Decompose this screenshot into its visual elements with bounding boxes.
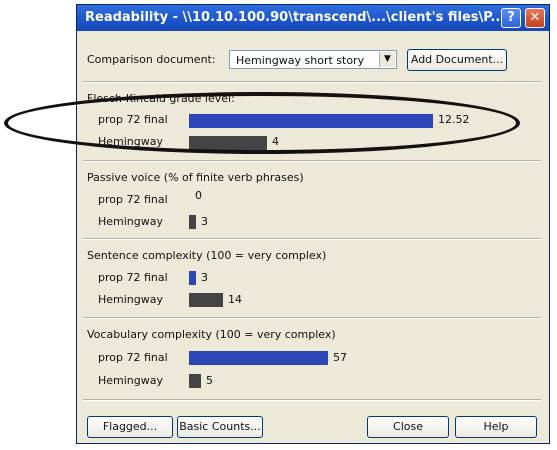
row-label: Hemingway xyxy=(98,293,164,306)
chevron-down-icon[interactable]: ▼ xyxy=(379,52,395,67)
help-icon[interactable]: ? xyxy=(501,8,521,28)
section-title: Flesch-Kincaid grade level: xyxy=(87,92,235,105)
row-label: prop 72 final xyxy=(98,193,168,206)
bar-hemingway xyxy=(189,136,267,150)
title-bar[interactable]: Readability - \\10.10.100.90\transcend\.… xyxy=(77,5,549,31)
divider xyxy=(83,238,541,240)
divider xyxy=(83,160,541,162)
basic-counts-button[interactable]: Basic Counts... xyxy=(177,416,263,438)
section-title: Sentence complexity (100 = very complex) xyxy=(87,249,327,262)
bar-value-label: 4 xyxy=(272,135,279,148)
row-label: prop 72 final xyxy=(98,351,168,364)
comparison-row: Comparison document: Hemingway short sto… xyxy=(77,48,549,72)
bar-value-label: 3 xyxy=(201,215,208,228)
readability-dialog: Readability - \\10.10.100.90\transcend\.… xyxy=(76,4,550,444)
close-button[interactable]: Close xyxy=(367,416,449,438)
bar-prop-72-final xyxy=(189,351,328,365)
row-label: Hemingway xyxy=(98,215,164,228)
bar-prop-72-final xyxy=(189,114,433,128)
comparison-label: Comparison document: xyxy=(87,53,216,66)
add-document-button[interactable]: Add Document... xyxy=(407,49,507,71)
bar-hemingway xyxy=(189,215,196,229)
row-label: prop 72 final xyxy=(98,271,168,284)
row-label: Hemingway xyxy=(98,374,164,387)
section-title: Passive voice (% of finite verb phrases) xyxy=(87,171,304,184)
divider xyxy=(83,399,541,401)
divider xyxy=(83,317,541,319)
window-title: Readability - \\10.10.100.90\transcend\.… xyxy=(85,10,506,25)
help-button[interactable]: Help xyxy=(455,416,537,438)
flagged-button[interactable]: Flagged... xyxy=(87,416,173,438)
bar-hemingway xyxy=(189,374,201,388)
bar-prop-72-final xyxy=(189,271,196,285)
bar-value-label: 3 xyxy=(201,271,208,284)
row-label: Hemingway xyxy=(98,135,164,148)
bar-value-label: 14 xyxy=(228,293,242,306)
close-icon[interactable]: ✕ xyxy=(525,8,545,28)
divider xyxy=(83,81,541,83)
row-label: prop 72 final xyxy=(98,113,168,126)
bar-value-label: 12.52 xyxy=(438,113,470,126)
comparison-selected-value: Hemingway short story xyxy=(236,54,365,67)
bar-value-label: 0 xyxy=(195,189,202,202)
bar-hemingway xyxy=(189,293,223,307)
comparison-document-select[interactable]: Hemingway short story ▼ xyxy=(229,50,397,69)
section-title: Vocabulary complexity (100 = very comple… xyxy=(87,328,336,341)
bar-value-label: 57 xyxy=(333,351,347,364)
bar-value-label: 5 xyxy=(206,374,213,387)
